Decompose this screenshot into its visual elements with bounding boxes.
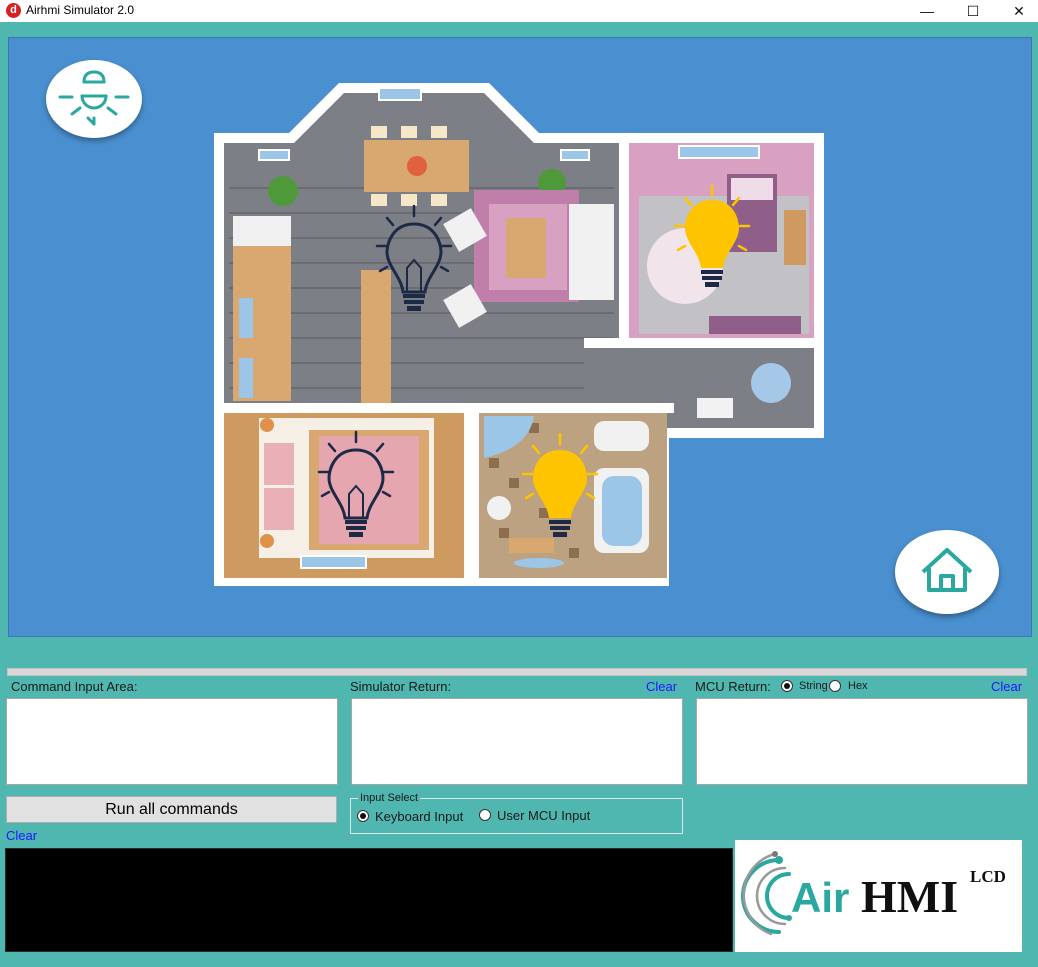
simulator-return-label: Simulator Return:	[350, 679, 452, 694]
mcu-return-area[interactable]	[696, 698, 1028, 785]
mcu-return-label: MCU Return:	[695, 679, 771, 694]
window-title: Airhmi Simulator 2.0	[26, 3, 135, 17]
keyboard-input-label: Keyboard Input	[375, 809, 464, 824]
keyboard-input-radio[interactable]	[357, 810, 369, 822]
logo-air-text: Air	[791, 874, 849, 921]
command-input-label: Command Input Area:	[11, 679, 138, 694]
home-icon	[921, 548, 973, 592]
logo-graphic: Air HMI LCD	[741, 851, 1006, 936]
command-input-area[interactable]	[6, 698, 338, 785]
app-icon: d	[6, 3, 21, 18]
mcu-clear-link[interactable]: Clear	[991, 679, 1022, 694]
simulator-clear-link[interactable]: Clear	[646, 679, 677, 694]
airhmi-logo: Air HMI LCD	[735, 840, 1022, 952]
lamp-icon	[58, 70, 130, 126]
input-select-title: Input Select	[358, 792, 421, 804]
lamp-toggle-button[interactable]	[46, 60, 142, 138]
maximize-button[interactable]: ☐	[950, 0, 996, 22]
command-clear-link[interactable]: Clear	[6, 828, 37, 843]
title-bar: d Airhmi Simulator 2.0 — ☐ ✕	[0, 0, 1038, 22]
hmi-canvas[interactable]	[8, 37, 1032, 637]
home-button[interactable]	[895, 530, 999, 614]
close-button[interactable]: ✕	[996, 0, 1038, 22]
progress-bar	[7, 668, 1027, 676]
mcu-string-label: String	[799, 680, 828, 692]
user-mcu-input-radio[interactable]	[479, 809, 491, 821]
console-output[interactable]	[5, 848, 733, 952]
mcu-hex-label: Hex	[848, 680, 868, 692]
logo-lcd-text: LCD	[970, 867, 1006, 886]
user-mcu-input-label: User MCU Input	[497, 808, 591, 823]
floor-plan	[214, 83, 824, 586]
simulator-return-area[interactable]	[351, 698, 683, 785]
logo-hmi-text: HMI	[861, 871, 958, 922]
run-all-commands-button[interactable]: Run all commands	[6, 796, 337, 823]
mcu-hex-radio[interactable]	[829, 680, 841, 692]
minimize-button[interactable]: —	[904, 0, 950, 22]
mcu-string-radio[interactable]	[781, 680, 793, 692]
